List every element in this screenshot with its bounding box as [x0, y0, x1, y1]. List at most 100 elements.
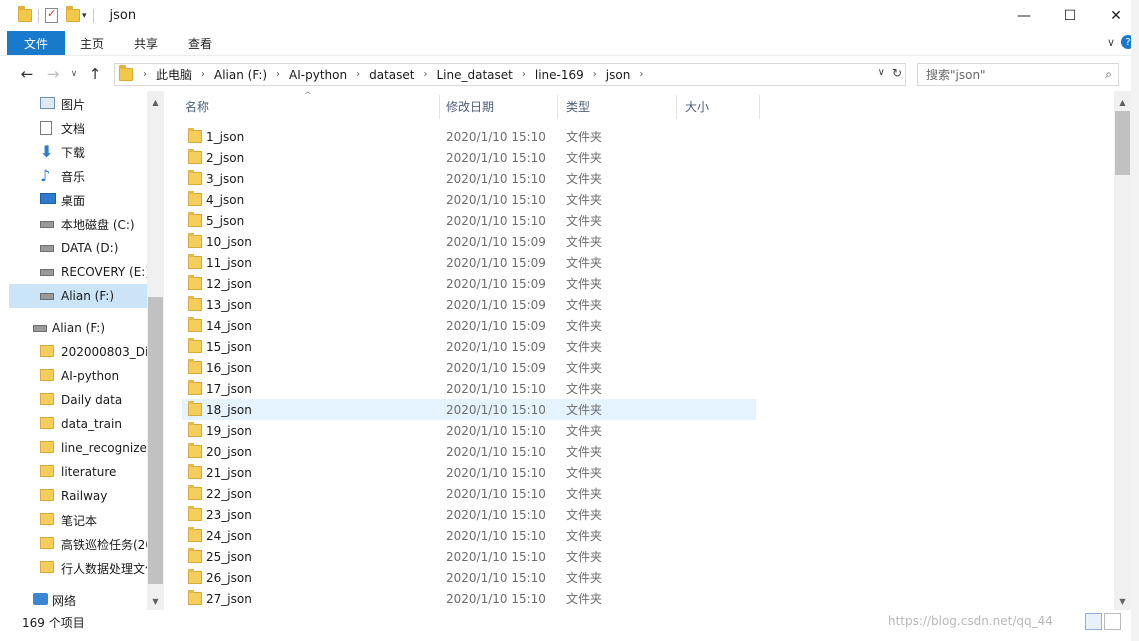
- file-name[interactable]: 23_json: [206, 508, 252, 522]
- column-header-size[interactable]: 大小: [676, 91, 759, 121]
- large-icons-view-icon[interactable]: [1104, 613, 1121, 630]
- sidebar-item[interactable]: 文档: [9, 116, 147, 140]
- chevron-right-icon[interactable]: ›: [593, 69, 597, 80]
- file-name[interactable]: 5_json: [206, 214, 244, 228]
- sidebar-item[interactable]: literature: [9, 460, 147, 484]
- tab-home[interactable]: 主页: [65, 31, 119, 55]
- sidebar-item[interactable]: ♪ 音乐: [9, 164, 147, 188]
- sidebar-item[interactable]: Alian (F:): [9, 316, 147, 340]
- sidebar-item[interactable]: 笔记本: [9, 508, 147, 532]
- file-name[interactable]: 26_json: [206, 571, 252, 585]
- table-row[interactable]: 21_json 2020/1/10 15:10 文件夹: [182, 462, 756, 483]
- sidebar-item[interactable]: DATA (D:): [9, 236, 147, 260]
- file-name[interactable]: 17_json: [206, 382, 252, 396]
- table-row[interactable]: 4_json 2020/1/10 15:10 文件夹: [182, 189, 756, 210]
- breadcrumb-dataset[interactable]: dataset ›: [369, 68, 436, 82]
- file-list-scrollbar[interactable]: ▲ ▼: [1114, 91, 1131, 610]
- table-row[interactable]: 11_json 2020/1/10 15:09 文件夹: [182, 252, 756, 273]
- file-name[interactable]: 2_json: [206, 151, 244, 165]
- table-row[interactable]: 13_json 2020/1/10 15:09 文件夹: [182, 294, 756, 315]
- address-dropdown-icon[interactable]: ∨: [878, 67, 885, 78]
- help-icon[interactable]: ?: [1121, 35, 1135, 49]
- tab-view[interactable]: 查看: [173, 31, 227, 55]
- table-row[interactable]: 23_json 2020/1/10 15:10 文件夹: [182, 504, 756, 525]
- tab-file[interactable]: 文件: [7, 31, 65, 55]
- file-name[interactable]: 1_json: [206, 130, 244, 144]
- chevron-right-icon[interactable]: ›: [276, 69, 280, 80]
- navigation-pane-scrollbar[interactable]: ▲ ▼: [147, 91, 164, 610]
- sidebar-item[interactable]: Daily data: [9, 388, 147, 412]
- properties-icon[interactable]: [45, 7, 58, 23]
- table-row[interactable]: 20_json 2020/1/10 15:10 文件夹: [182, 441, 756, 462]
- sidebar-item[interactable]: ⬇ 下载: [9, 140, 147, 164]
- sidebar-item[interactable]: 202000803_Dis: [9, 340, 147, 364]
- recent-locations-icon[interactable]: ∨: [66, 69, 82, 79]
- expand-ribbon-button[interactable]: ∨: [1107, 36, 1115, 49]
- column-divider[interactable]: [759, 95, 760, 119]
- table-row[interactable]: 19_json 2020/1/10 15:10 文件夹: [182, 420, 756, 441]
- new-folder-icon[interactable]: [66, 6, 80, 22]
- sidebar-item[interactable]: AI-python: [9, 364, 147, 388]
- file-name[interactable]: 10_json: [206, 235, 252, 249]
- table-row[interactable]: 27_json 2020/1/10 15:10 文件夹: [182, 588, 756, 609]
- tab-share[interactable]: 共享: [119, 31, 173, 55]
- file-name[interactable]: 20_json: [206, 445, 252, 459]
- file-name[interactable]: 15_json: [206, 340, 252, 354]
- file-name[interactable]: 3_json: [206, 172, 244, 186]
- file-name[interactable]: 13_json: [206, 298, 252, 312]
- table-row[interactable]: 3_json 2020/1/10 15:10 文件夹: [182, 168, 756, 189]
- sidebar-item[interactable]: Railway: [9, 484, 147, 508]
- sidebar-item[interactable]: 行人数据处理文件: [9, 556, 147, 580]
- address-bar[interactable]: › 此电脑 › Alian (F:) › AI-python › dataset › L…: [114, 63, 906, 86]
- scrollbar-thumb[interactable]: [148, 297, 163, 584]
- chevron-right-icon[interactable]: ›: [201, 69, 205, 80]
- column-header-type[interactable]: 类型: [557, 91, 676, 121]
- sidebar-item[interactable]: line_recognize: [9, 436, 147, 460]
- table-row[interactable]: 12_json 2020/1/10 15:09 文件夹: [182, 273, 756, 294]
- scroll-up-icon[interactable]: ▲: [1114, 94, 1131, 111]
- file-name[interactable]: 27_json: [206, 592, 252, 606]
- customize-toolbar-icon[interactable]: ▾: [82, 11, 87, 21]
- table-row[interactable]: 14_json 2020/1/10 15:09 文件夹: [182, 315, 756, 336]
- scroll-down-icon[interactable]: ▼: [147, 593, 164, 610]
- chevron-right-icon[interactable]: ›: [522, 69, 526, 80]
- breadcrumb-line-dataset[interactable]: Line_dataset ›: [436, 68, 534, 82]
- file-name[interactable]: 22_json: [206, 487, 252, 501]
- column-header-name[interactable]: 名称: [176, 91, 439, 121]
- search-input[interactable]: 搜索"json" ⌕: [917, 63, 1119, 86]
- table-row[interactable]: 15_json 2020/1/10 15:09 文件夹: [182, 336, 756, 357]
- breadcrumb-json[interactable]: json ›: [606, 68, 653, 82]
- breadcrumb-drive[interactable]: Alian (F:) ›: [214, 68, 289, 82]
- column-header-date[interactable]: 修改日期: [437, 91, 557, 121]
- sidebar-item[interactable]: 图片: [9, 92, 147, 116]
- chevron-right-icon[interactable]: ›: [423, 69, 427, 80]
- table-row[interactable]: 2_json 2020/1/10 15:10 文件夹: [182, 147, 756, 168]
- sidebar-item[interactable]: 本地磁盘 (C:): [9, 212, 147, 236]
- file-name[interactable]: 21_json: [206, 466, 252, 480]
- file-name[interactable]: 16_json: [206, 361, 252, 375]
- table-row[interactable]: 18_json 2020/1/10 15:10 文件夹: [182, 399, 756, 420]
- chevron-right-icon[interactable]: ›: [356, 69, 360, 80]
- table-row[interactable]: 10_json 2020/1/10 15:09 文件夹: [182, 231, 756, 252]
- breadcrumb-ai-python[interactable]: AI-python ›: [289, 68, 369, 82]
- scrollbar-thumb[interactable]: [1115, 111, 1130, 175]
- sidebar-item[interactable]: 网络: [9, 588, 147, 610]
- close-button[interactable]: ✕: [1093, 0, 1139, 31]
- back-button[interactable]: ←: [14, 65, 40, 83]
- table-row[interactable]: 1_json 2020/1/10 15:10 文件夹: [182, 126, 756, 147]
- refresh-icon[interactable]: ↻: [892, 66, 902, 80]
- file-name[interactable]: 12_json: [206, 277, 252, 291]
- table-row[interactable]: 5_json 2020/1/10 15:10 文件夹: [182, 210, 756, 231]
- scroll-up-icon[interactable]: ▲: [147, 94, 164, 111]
- up-button[interactable]: ↑: [82, 65, 108, 83]
- chevron-right-icon[interactable]: ›: [639, 69, 643, 80]
- table-row[interactable]: 17_json 2020/1/10 15:10 文件夹: [182, 378, 756, 399]
- table-row[interactable]: 25_json 2020/1/10 15:10 文件夹: [182, 546, 756, 567]
- sidebar-item[interactable]: 桌面: [9, 188, 147, 212]
- file-name[interactable]: 4_json: [206, 193, 244, 207]
- maximize-button[interactable]: ☐: [1047, 0, 1093, 31]
- table-row[interactable]: 22_json 2020/1/10 15:10 文件夹: [182, 483, 756, 504]
- search-icon[interactable]: ⌕: [1105, 67, 1112, 82]
- breadcrumb-this-pc[interactable]: 此电脑 ›: [156, 66, 214, 83]
- file-name[interactable]: 14_json: [206, 319, 252, 333]
